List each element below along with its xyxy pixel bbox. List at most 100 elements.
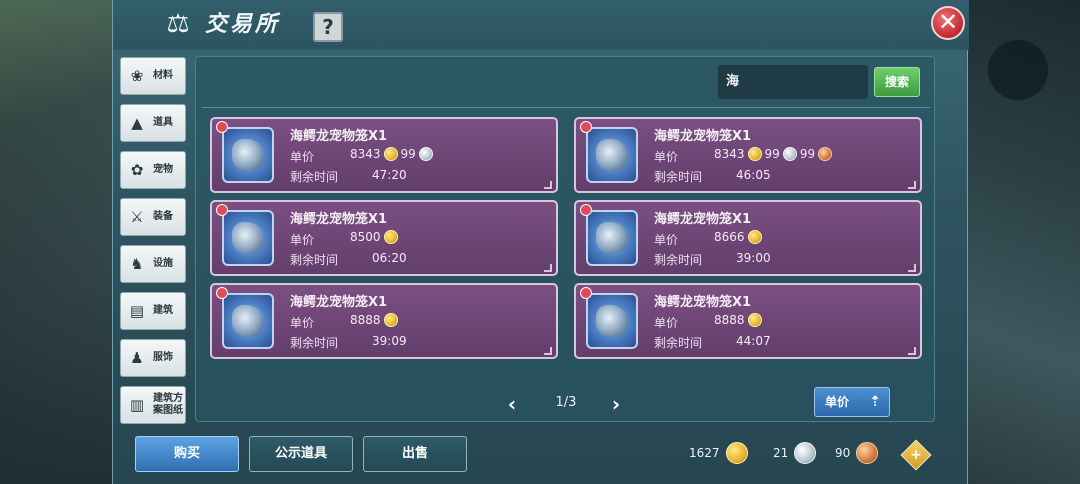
listing-card[interactable]: 海鳄龙宠物笼X1 单价 8500 剩余时间 06:20 [210,200,558,276]
corner-marker [544,181,552,189]
search-input[interactable]: 海 [718,65,868,99]
sea-crocodile-dragon-icon [232,139,264,171]
copper-coin-icon [856,442,879,464]
silver-coin-icon [794,442,817,464]
item-name: 海鳄龙宠物笼X1 [654,212,752,227]
silver-balance: 21 [773,442,819,464]
plus-icon: + [910,447,922,463]
item-name: 海鳄龙宠物笼X1 [290,212,388,227]
sea-crocodile-dragon-icon [232,222,264,254]
sidebar-item-label: 建筑 [153,305,173,316]
pet-cage-thumbnail [586,210,638,266]
sort-by-unit-price-button[interactable]: 单价 ⇡ [814,387,890,417]
time-left-value: 44:07 [736,334,771,348]
sidebar-item-clothing[interactable]: ♟ 服饰 [120,339,186,377]
price-row: 8343 99 99 [714,147,835,161]
copper-balance: 90 [835,442,881,464]
time-left-value: 39:00 [736,251,771,265]
gold-price: 8888 [350,313,381,327]
close-button[interactable]: ✕ [931,6,965,40]
corner-marker [544,264,552,272]
item-name: 海鳄龙宠物笼X1 [654,129,752,144]
sidebar-item-label: 服饰 [153,352,173,363]
pet-cage-thumbnail [222,210,274,266]
sidebar-item-label: 道具 [153,117,173,128]
gold-coin-icon [747,313,762,327]
unit-price-label: 单价 [290,150,315,164]
item-name: 海鳄龙宠物笼X1 [290,129,388,144]
page-indicator: 1/3 [555,395,577,410]
corner-marker [908,347,916,355]
materials-icon: ❀ [130,67,144,85]
pets-icon: ✿ [130,161,144,179]
sort-arrow-icon: ⇡ [869,394,881,410]
world-decoration [988,40,1048,100]
sidebar-item-pets[interactable]: ✿ 宠物 [120,151,186,189]
listing-card[interactable]: 海鳄龙宠物笼X1 单价 8888 剩余时间 39:09 [210,283,558,359]
gold-coin-icon [725,442,748,464]
listing-card[interactable]: 海鳄龙宠物笼X1 单价 8666 剩余时间 39:00 [574,200,922,276]
add-currency-button[interactable]: + [900,439,932,471]
copper-amount: 90 [835,446,851,460]
sidebar-item-building[interactable]: ▤ 建筑 [120,292,186,330]
price-row: 8500 [350,230,401,244]
listing-card[interactable]: 海鳄龙宠物笼X1 单价 8343 99 剩余时间 47:20 [210,117,558,193]
price-row: 8343 99 [350,147,436,161]
time-left-label: 剩余时间 [654,253,703,267]
copper-coin-icon [818,147,833,161]
help-button[interactable]: ? [313,12,343,42]
page-prev-button[interactable]: ‹ [502,393,522,415]
time-left-label: 剩余时间 [654,336,703,350]
gold-coin-icon [383,147,398,161]
sidebar-item-blueprint[interactable]: ▥ 建筑方案图纸 [120,386,186,424]
gold-coin-icon [747,147,762,161]
time-left-value: 39:09 [372,334,407,348]
pet-cage-thumbnail [222,293,274,349]
sort-label: 单价 [825,395,850,409]
badge-icon [216,121,228,133]
facility-icon: ♞ [130,255,144,273]
price-row: 8888 [350,313,401,327]
unit-price-label: 单价 [654,233,679,247]
clothing-icon: ♟ [130,349,144,367]
sidebar-item-items[interactable]: ▲ 道具 [120,104,186,142]
pet-cage-thumbnail [222,127,274,183]
time-left-label: 剩余时间 [290,336,339,350]
unit-price-label: 单价 [654,316,679,330]
item-name: 海鳄龙宠物笼X1 [654,295,752,310]
sidebar-item-label: 设施 [153,258,173,269]
gold-coin-icon [383,313,398,327]
corner-marker [908,181,916,189]
sidebar-item-equipment[interactable]: ⚔ 装备 [120,198,186,236]
sea-crocodile-dragon-icon [596,305,628,337]
listings-panel: 海 搜索 ‹ 1/3 › 单价 ⇡ 海鳄龙宠物笼X1 单价 8343 99 剩余时间 47… [195,56,935,422]
sidebar-item-materials[interactable]: ❀ 材料 [120,57,186,95]
items-icon: ▲ [131,114,143,132]
unit-price-label: 单价 [290,316,315,330]
game-world-left [0,0,112,484]
time-left-label: 剩余时间 [654,170,703,184]
title-bar: ⚖ 交易所 ? ✕ [113,0,969,50]
price-row: 8666 [714,230,765,244]
corner-marker [908,264,916,272]
unit-price-label: 单价 [654,150,679,164]
sidebar-item-facility[interactable]: ♞ 设施 [120,245,186,283]
window-title: 交易所 [205,12,281,37]
sea-crocodile-dragon-icon [596,222,628,254]
game-world-right [968,0,1080,484]
gold-balance: 1627 [689,442,751,464]
search-button[interactable]: 搜索 [874,67,920,97]
time-left-value: 47:20 [372,168,407,182]
listing-card[interactable]: 海鳄龙宠物笼X1 单价 8888 剩余时间 44:07 [574,283,922,359]
listing-card[interactable]: 海鳄龙宠物笼X1 单价 8343 99 99 剩余时间 46:05 [574,117,922,193]
pet-cage-thumbnail [586,293,638,349]
badge-icon [580,121,592,133]
sell-button[interactable]: 出售 [363,436,467,472]
divider [202,107,930,108]
buy-button[interactable]: 购买 [135,436,239,472]
sidebar-item-label: 建筑方案图纸 [153,393,183,416]
page-next-button[interactable]: › [606,393,626,415]
public-items-button[interactable]: 公示道具 [249,436,353,472]
copper-price: 99 [799,147,816,161]
sea-crocodile-dragon-icon [232,305,264,337]
